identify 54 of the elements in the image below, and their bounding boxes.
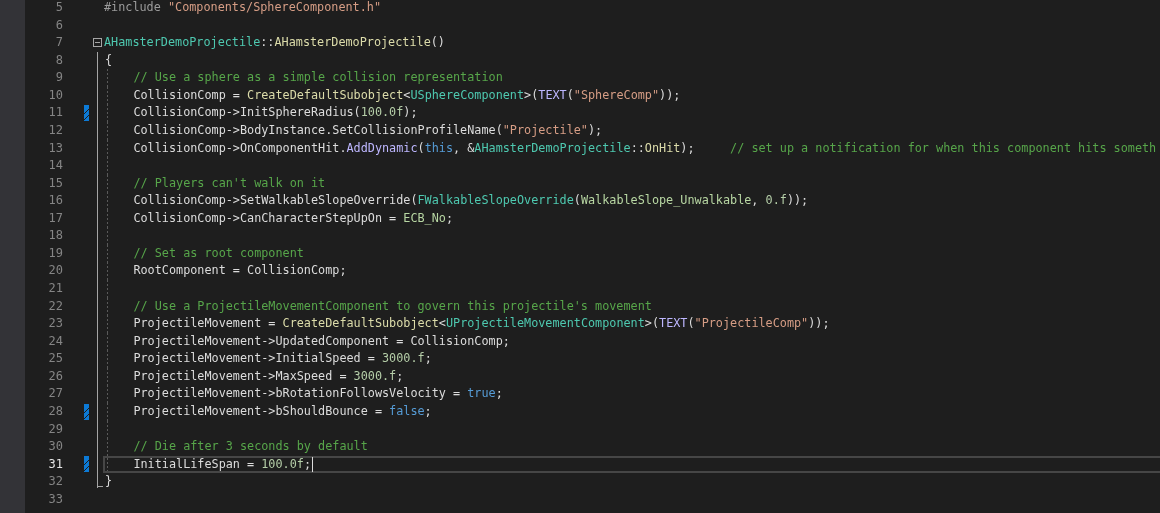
code-line: ProjectileMovement->UpdatedComponent = CollisionComp;: [132, 332, 510, 350]
code-line: ProjectileMovement->InitialSpeed = 3000.f;: [132, 350, 432, 368]
code-line: {: [105, 51, 113, 69]
code-line: ProjectileMovement->MaxSpeed = 3000.f;: [132, 367, 404, 385]
line-number: 27: [47, 385, 63, 403]
line-number: 9: [54, 69, 63, 87]
code-line: CollisionComp->OnComponentHit.AddDynamic(this, &AHamsterDemoProjectile::OnHit); // set up a notification for when this component hits someth: [132, 139, 1157, 157]
line-number: 14: [47, 157, 63, 175]
line-number: 18: [47, 227, 63, 245]
line-number: 26: [47, 367, 63, 385]
line-number: 33: [47, 490, 63, 508]
line-number: 6: [54, 16, 63, 34]
line-number: 24: [47, 332, 63, 350]
code-line: ProjectileMovement->bRotationFollowsVelocity = true;: [132, 385, 503, 403]
code-line: // Die after 3 seconds by default: [132, 438, 368, 456]
code-line: CollisionComp->CanCharacterStepUpOn = ECB_No;: [132, 209, 454, 227]
line-number: 23: [47, 315, 63, 333]
text-cursor: [312, 456, 313, 472]
line-number: 31: [47, 455, 63, 473]
line-number: 12: [47, 121, 63, 139]
line-number: 17: [47, 209, 63, 227]
line-number: 19: [47, 244, 63, 262]
code-line: RootComponent = CollisionComp;: [132, 262, 347, 280]
code-line: // Players can't walk on it: [132, 174, 326, 192]
line-number: 10: [47, 86, 63, 104]
collapse-icon[interactable]: [93, 38, 102, 48]
code-line: #include "Components/SphereComponent.h": [104, 0, 381, 16]
code-line: }: [105, 473, 113, 491]
code-line: AHamsterDemoProjectile::AHamsterDemoProjectile(): [104, 34, 445, 52]
line-number: 11: [47, 104, 63, 122]
code-line: CollisionComp->InitSphereRadius(100.0f);: [132, 104, 418, 122]
line-number: 7: [54, 34, 63, 52]
line-number: 20: [47, 262, 63, 280]
code-line: ProjectileMovement->bShouldBounce = false;: [132, 402, 432, 420]
line-number: 22: [47, 297, 63, 315]
line-number: 29: [47, 420, 63, 438]
code-line: ProjectileMovement = CreateDefaultSubobject<UProjectileMovementComponent>(TEXT("ProjectileComp"));: [132, 315, 830, 333]
code-line: CollisionComp->BodyInstance.SetCollisionProfileName("Projectile");: [132, 121, 603, 139]
line-number: 16: [47, 192, 63, 210]
line-number: 25: [47, 350, 63, 368]
line-number: 32: [47, 473, 63, 491]
code-line: // Use a sphere as a simple collision representation: [132, 69, 503, 87]
line-number: 30: [47, 438, 63, 456]
line-number: 28: [47, 402, 63, 420]
code-line: // Set as root component: [132, 244, 304, 262]
line-number: 8: [54, 51, 63, 69]
code-line: CollisionComp->SetWalkableSlopeOverride(FWalkableSlopeOverride(WalkableSlope_Unwalkable, 0.f));: [132, 192, 809, 210]
code-line: CollisionComp = CreateDefaultSubobject<USphereComponent>(TEXT("SphereComp"));: [132, 86, 681, 104]
line-number: 5: [54, 0, 63, 16]
line-number: 21: [47, 280, 63, 297]
line-number: 13: [47, 139, 63, 157]
code-line: InitialLifeSpan = 100.0f;: [132, 455, 311, 473]
line-number: 15: [47, 174, 63, 192]
code-line: // Use a ProjectileMovementComponent to govern this projectile's movement: [132, 297, 652, 315]
